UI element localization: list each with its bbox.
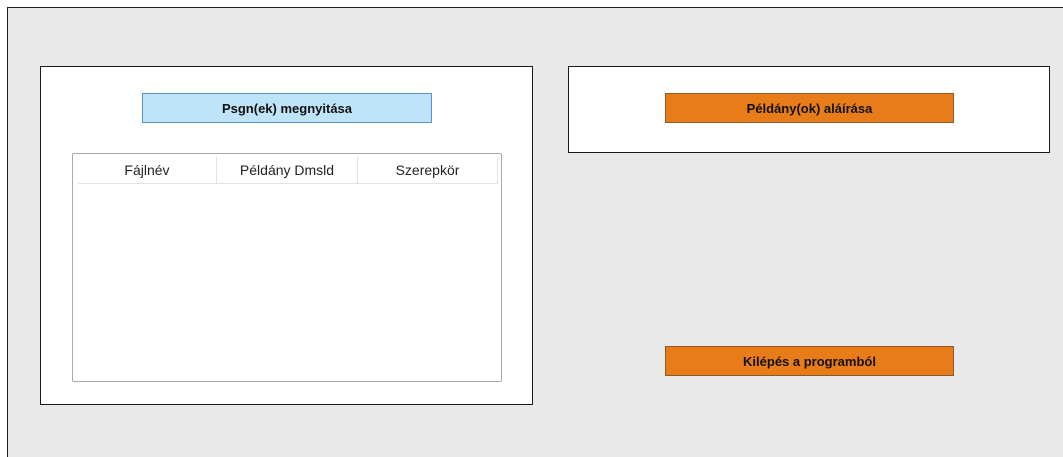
column-header-role[interactable]: Szerepkör [358, 157, 498, 183]
file-list-header: Fájlnév Példány Dmsld Szerepkör [78, 157, 498, 184]
sign-panel: Példány(ok) aláírása [568, 66, 1050, 153]
open-psgn-button[interactable]: Psgn(ek) megnyitása [142, 93, 432, 123]
column-header-filename[interactable]: Fájlnév [78, 157, 217, 183]
exit-program-button[interactable]: Kilépés a programból [665, 346, 954, 376]
sign-instances-button[interactable]: Példány(ok) aláírása [665, 93, 954, 123]
column-header-instance-dmsid[interactable]: Példány Dmsld [217, 157, 358, 183]
file-list-view[interactable]: Fájlnév Példány Dmsld Szerepkör [72, 153, 502, 382]
open-files-panel: Psgn(ek) megnyitása Fájlnév Példány Dmsl… [40, 66, 533, 405]
app-window: Psgn(ek) megnyitása Fájlnév Példány Dmsl… [7, 7, 1063, 457]
